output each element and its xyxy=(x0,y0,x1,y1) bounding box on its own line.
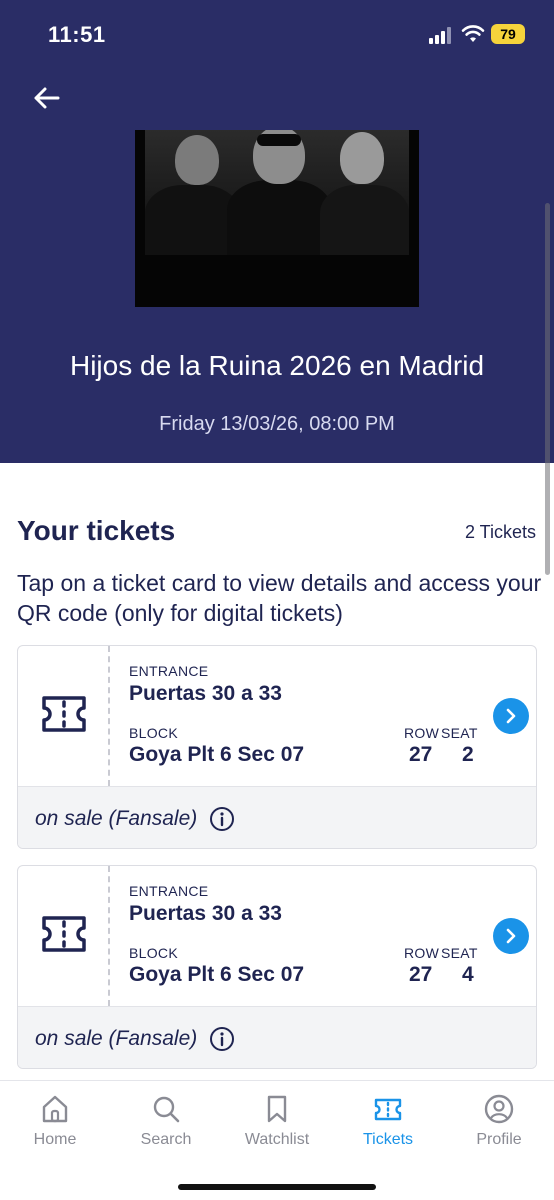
tab-home[interactable]: Home xyxy=(0,1093,110,1149)
event-image xyxy=(135,130,419,307)
profile-icon xyxy=(484,1094,514,1124)
tickets-section-title: Your tickets xyxy=(17,515,176,546)
block-value: Goya Plt 6 Sec 07 xyxy=(129,963,305,986)
tab-watchlist[interactable]: Watchlist xyxy=(222,1093,332,1149)
seat-label: SEAT xyxy=(441,945,478,961)
ticket-count: 2 Tickets xyxy=(464,522,536,542)
wifi-icon xyxy=(461,25,485,42)
ticket-perforation xyxy=(108,866,110,1006)
ticket-status: on sale (Fansale) xyxy=(35,807,198,830)
block-value: Goya Plt 6 Sec 07 xyxy=(129,743,305,766)
chevron-right-icon xyxy=(506,708,516,724)
entrance-label: ENTRANCE xyxy=(129,663,209,679)
tab-tickets-label: Tickets xyxy=(362,1131,414,1148)
artist-photo xyxy=(145,130,409,255)
ticket-icon xyxy=(42,696,86,732)
bookmark-icon xyxy=(267,1095,287,1123)
arrow-left-icon xyxy=(34,87,60,109)
seat-value: 2 xyxy=(462,743,474,766)
status-bar: 11:51 79 xyxy=(0,0,554,70)
tab-tickets[interactable]: Tickets xyxy=(333,1093,443,1149)
ticket-card[interactable]: ENTRANCE Puertas 30 a 33 BLOCK Goya Plt … xyxy=(17,645,537,849)
info-icon[interactable] xyxy=(209,806,235,832)
tab-search[interactable]: Search xyxy=(111,1093,221,1149)
entrance-value: Puertas 30 a 33 xyxy=(129,902,282,925)
tab-search-label: Search xyxy=(140,1131,192,1148)
ticket-card[interactable]: ENTRANCE Puertas 30 a 33 BLOCK Goya Plt … xyxy=(17,865,537,1069)
ticket-card-body[interactable]: ENTRANCE Puertas 30 a 33 BLOCK Goya Plt … xyxy=(18,646,536,786)
ticket-status-bar: on sale (Fansale) xyxy=(18,1006,536,1068)
block-label: BLOCK xyxy=(129,945,178,961)
status-time: 11:51 xyxy=(48,22,106,47)
event-title: Hijos de la Ruina 2026 en Madrid xyxy=(69,350,485,381)
event-date: Friday 13/03/26, 08:00 PM xyxy=(159,413,395,435)
row-value: 27 xyxy=(409,963,433,986)
open-ticket-button[interactable] xyxy=(493,918,529,954)
ticket-perforation xyxy=(108,646,110,786)
seat-value: 4 xyxy=(462,963,474,986)
entrance-label: ENTRANCE xyxy=(129,883,209,899)
row-label: ROW xyxy=(404,725,440,741)
home-indicator xyxy=(178,1184,376,1190)
battery-indicator: 79 xyxy=(491,24,525,44)
open-ticket-button[interactable] xyxy=(493,698,529,734)
ticket-icon xyxy=(374,1098,402,1121)
tab-profile-label: Profile xyxy=(476,1131,522,1148)
block-label: BLOCK xyxy=(129,725,178,741)
ticket-status-bar: on sale (Fansale) xyxy=(18,786,536,848)
row-label: ROW xyxy=(404,945,440,961)
scrollbar[interactable] xyxy=(545,203,550,575)
ticket-status: on sale (Fansale) xyxy=(35,1027,198,1050)
cellular-signal-icon xyxy=(429,26,455,44)
ticket-card-body[interactable]: ENTRANCE Puertas 30 a 33 BLOCK Goya Plt … xyxy=(18,866,536,1006)
home-icon xyxy=(42,1095,68,1123)
info-icon[interactable] xyxy=(209,1026,235,1052)
tab-home-label: Home xyxy=(33,1131,77,1148)
event-header: 11:51 79 Hijos de la Ruina 2026 en Madri… xyxy=(0,0,554,463)
tab-watchlist-label: Watchlist xyxy=(244,1131,310,1148)
back-button[interactable] xyxy=(26,80,66,116)
ticket-icon xyxy=(42,916,86,952)
tab-bar: Home Search Watchlist Tickets Profile xyxy=(0,1080,554,1200)
chevron-right-icon xyxy=(506,928,516,944)
row-value: 27 xyxy=(409,743,433,766)
entrance-value: Puertas 30 a 33 xyxy=(129,682,282,705)
tab-profile[interactable]: Profile xyxy=(444,1093,554,1149)
search-icon xyxy=(153,1096,180,1123)
tickets-instructions: Tap on a ticket card to view details and… xyxy=(17,570,542,626)
seat-label: SEAT xyxy=(441,725,478,741)
